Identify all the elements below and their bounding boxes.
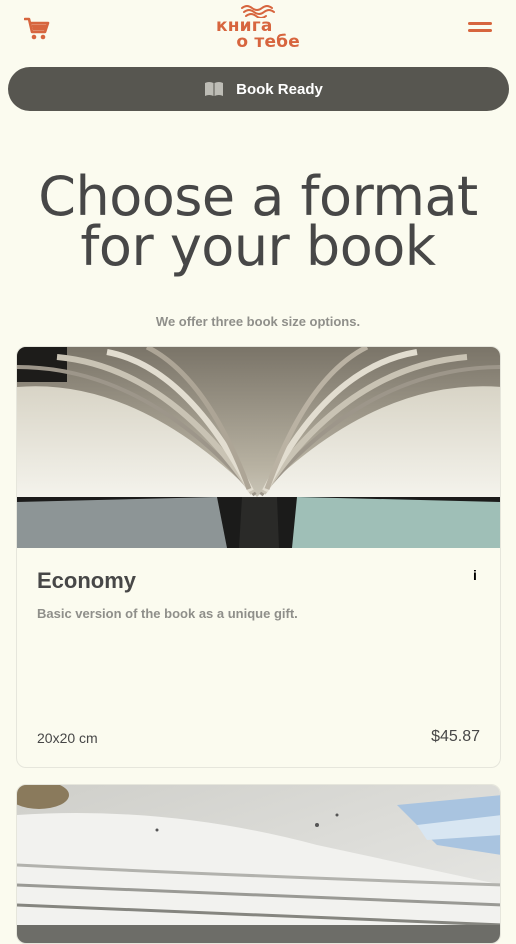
cart-icon[interactable]	[23, 16, 50, 42]
book-ready-label: Book Ready	[236, 80, 323, 98]
menu-line	[468, 29, 492, 32]
book-icon	[204, 81, 224, 97]
menu-line	[468, 22, 492, 25]
menu-icon[interactable]	[468, 22, 492, 36]
open-book-image	[17, 347, 500, 548]
card-size: 20x20 cm	[37, 730, 98, 746]
format-card-economy[interactable]: Economy i Basic version of the book as a…	[16, 346, 501, 768]
page-title: Choose a format for your book	[0, 170, 516, 278]
card-title: Economy	[37, 568, 137, 593]
page-subtitle: We offer three book size options.	[155, 314, 361, 329]
logo-text-line2: о тебе	[236, 32, 300, 52]
info-icon[interactable]: i	[470, 567, 480, 583]
card-description: Basic version of the book as a unique gi…	[37, 606, 298, 621]
logo[interactable]: книга о тебе	[212, 4, 304, 56]
format-card-2[interactable]	[16, 784, 501, 944]
book-pages-image	[17, 785, 500, 943]
book-ready-button[interactable]: Book Ready	[8, 67, 509, 111]
header: книга о тебе	[0, 0, 516, 62]
page-title-line2: for your book	[80, 215, 436, 278]
card-price: $45.87	[431, 728, 480, 745]
